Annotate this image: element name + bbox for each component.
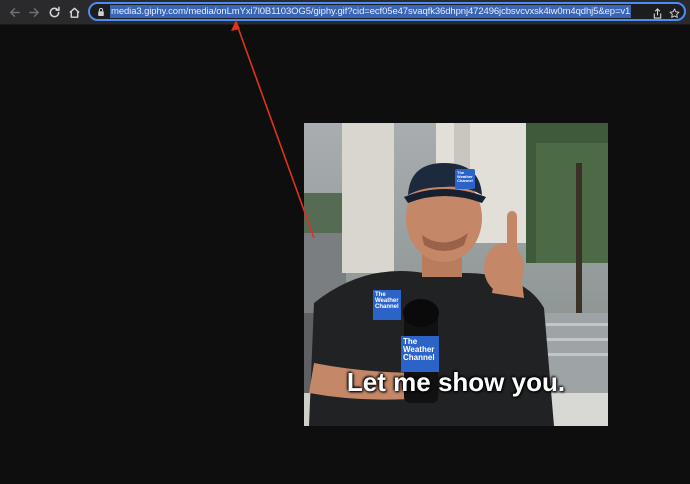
bookmark-button[interactable] [667,6,681,19]
home-icon [68,7,80,18]
forward-button[interactable] [24,2,44,22]
cap-logo: The Weather Channel [455,169,475,189]
shirt-logo: The Weather Channel [373,290,401,320]
browser-toolbar: media3.giphy.com/media/onLmYxi7l0B1103OG… [0,0,690,25]
mic-logo-text: The Weather Channel [403,337,435,362]
giphy-gif-image[interactable]: The Weather Channel The Weather Channel … [304,123,608,426]
forward-arrow-icon [28,7,39,17]
share-icon [653,7,661,19]
reload-icon [49,6,60,17]
arrow-line [235,21,315,239]
back-arrow-icon [9,7,20,17]
address-bar[interactable]: media3.giphy.com/media/onLmYxi7l0B1103OG… [88,2,686,21]
share-button[interactable] [650,6,664,19]
back-button[interactable] [4,2,24,22]
star-icon [669,7,679,18]
url-text[interactable]: media3.giphy.com/media/onLmYxi7l0B1103OG… [110,5,632,18]
shirt-logo-text: The Weather Channel [375,292,399,310]
gif-caption: Let me show you. [346,367,566,397]
reload-button[interactable] [44,2,64,22]
cap-logo-text: The Weather Channel [457,170,473,183]
lock-icon[interactable] [94,7,108,17]
home-button[interactable] [64,2,84,22]
